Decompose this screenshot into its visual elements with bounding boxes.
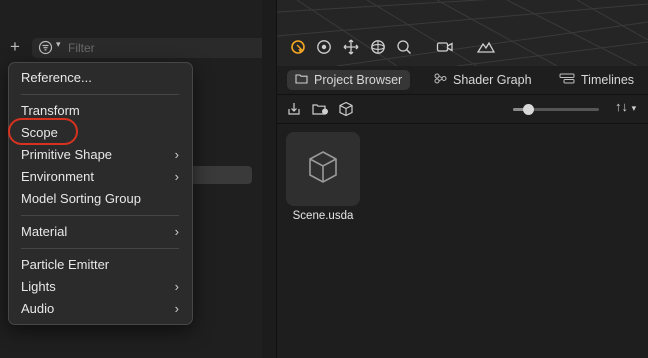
project-browser-toolbar: ↑↓ ▾	[277, 95, 648, 124]
filter-lines-icon[interactable]	[38, 40, 53, 60]
menu-separator	[21, 94, 179, 95]
viewport[interactable]	[277, 0, 648, 66]
chevron-right-icon: ›	[174, 169, 179, 184]
chevron-right-icon: ›	[174, 224, 179, 239]
menu-item-primitive-shape[interactable]: Primitive Shape ›	[21, 147, 183, 163]
move-icon[interactable]	[340, 36, 362, 58]
chevron-right-icon: ›	[174, 279, 179, 294]
menu-separator	[21, 215, 179, 216]
folder-icon	[295, 73, 308, 87]
add-entity-menu: Reference... Transform Scope Primitive S…	[8, 62, 193, 325]
menu-item-environment[interactable]: Environment ›	[21, 169, 183, 185]
viewport-toolbar	[277, 36, 648, 60]
new-folder-icon[interactable]	[311, 100, 329, 118]
menu-item-label: Audio	[21, 301, 55, 316]
highlight-annotation	[8, 118, 78, 145]
selected-row[interactable]	[190, 166, 252, 184]
menu-item-label: Primitive Shape	[21, 147, 113, 162]
rotate-sphere-icon[interactable]	[367, 36, 389, 58]
menu-item-reference[interactable]: Reference...	[21, 70, 183, 86]
tab-timelines[interactable]: Timelines	[551, 70, 642, 90]
hierarchy-toolbar: + ▾ Filter	[0, 34, 276, 62]
tab-label: Timelines	[581, 73, 635, 87]
tab-label: Shader Graph	[453, 73, 532, 87]
menu-item-label: Environment	[21, 169, 94, 184]
sort-button[interactable]: ↑↓ ▾	[615, 99, 636, 114]
graph-nodes-icon	[434, 73, 447, 87]
import-icon[interactable]	[285, 100, 303, 118]
terrain-icon[interactable]	[475, 36, 497, 58]
camera-sync-icon[interactable]	[434, 36, 456, 58]
menu-item-audio[interactable]: Audio ›	[21, 301, 183, 317]
menu-item-label: Lights	[21, 279, 56, 294]
timeline-icon	[559, 73, 575, 87]
menu-item-particle-emitter[interactable]: Particle Emitter	[21, 257, 183, 273]
zoom-slider-knob[interactable]	[522, 104, 534, 115]
sort-icon: ↑↓	[615, 99, 628, 114]
orbit-icon[interactable]	[313, 36, 335, 58]
menu-item-lights[interactable]: Lights ›	[21, 279, 183, 295]
menu-separator	[21, 248, 179, 249]
chevron-right-icon: ›	[174, 301, 179, 316]
filter-field[interactable]: ▾ Filter	[32, 38, 268, 58]
file-thumbnail[interactable]	[286, 132, 360, 206]
zoom-slider[interactable]	[513, 104, 599, 115]
select-pointer-icon[interactable]	[287, 36, 309, 58]
menu-item-material[interactable]: Material ›	[21, 224, 183, 240]
tab-project-browser[interactable]: Project Browser	[287, 70, 411, 90]
menu-item-model-sorting-group[interactable]: Model Sorting Group	[21, 191, 183, 207]
cube-icon	[307, 150, 339, 189]
file-name[interactable]: Scene.usda	[282, 210, 364, 222]
chevron-right-icon: ›	[174, 147, 179, 162]
menu-item-transform[interactable]: Transform	[21, 103, 183, 119]
add-entity-button[interactable]: +	[10, 38, 20, 56]
menu-item-label: Particle Emitter	[21, 257, 110, 272]
tab-shader-graph[interactable]: Shader Graph	[426, 70, 540, 90]
menu-item-label: Material	[21, 224, 68, 239]
zoom-icon[interactable]	[393, 36, 415, 58]
chevron-down-icon: ▾	[631, 103, 637, 113]
add-object-icon[interactable]	[337, 100, 355, 118]
menu-item-label: Reference...	[21, 70, 92, 85]
panel-divider[interactable]	[262, 0, 276, 358]
bottom-tab-bar: Project Browser Shader Graph Timelines	[277, 66, 648, 95]
menu-item-label: Transform	[21, 103, 80, 118]
menu-item-label: Model Sorting Group	[21, 191, 141, 206]
chevron-down-icon[interactable]: ▾	[56, 39, 61, 50]
filter-input[interactable]: Filter	[68, 41, 95, 55]
tab-label: Project Browser	[314, 73, 403, 87]
